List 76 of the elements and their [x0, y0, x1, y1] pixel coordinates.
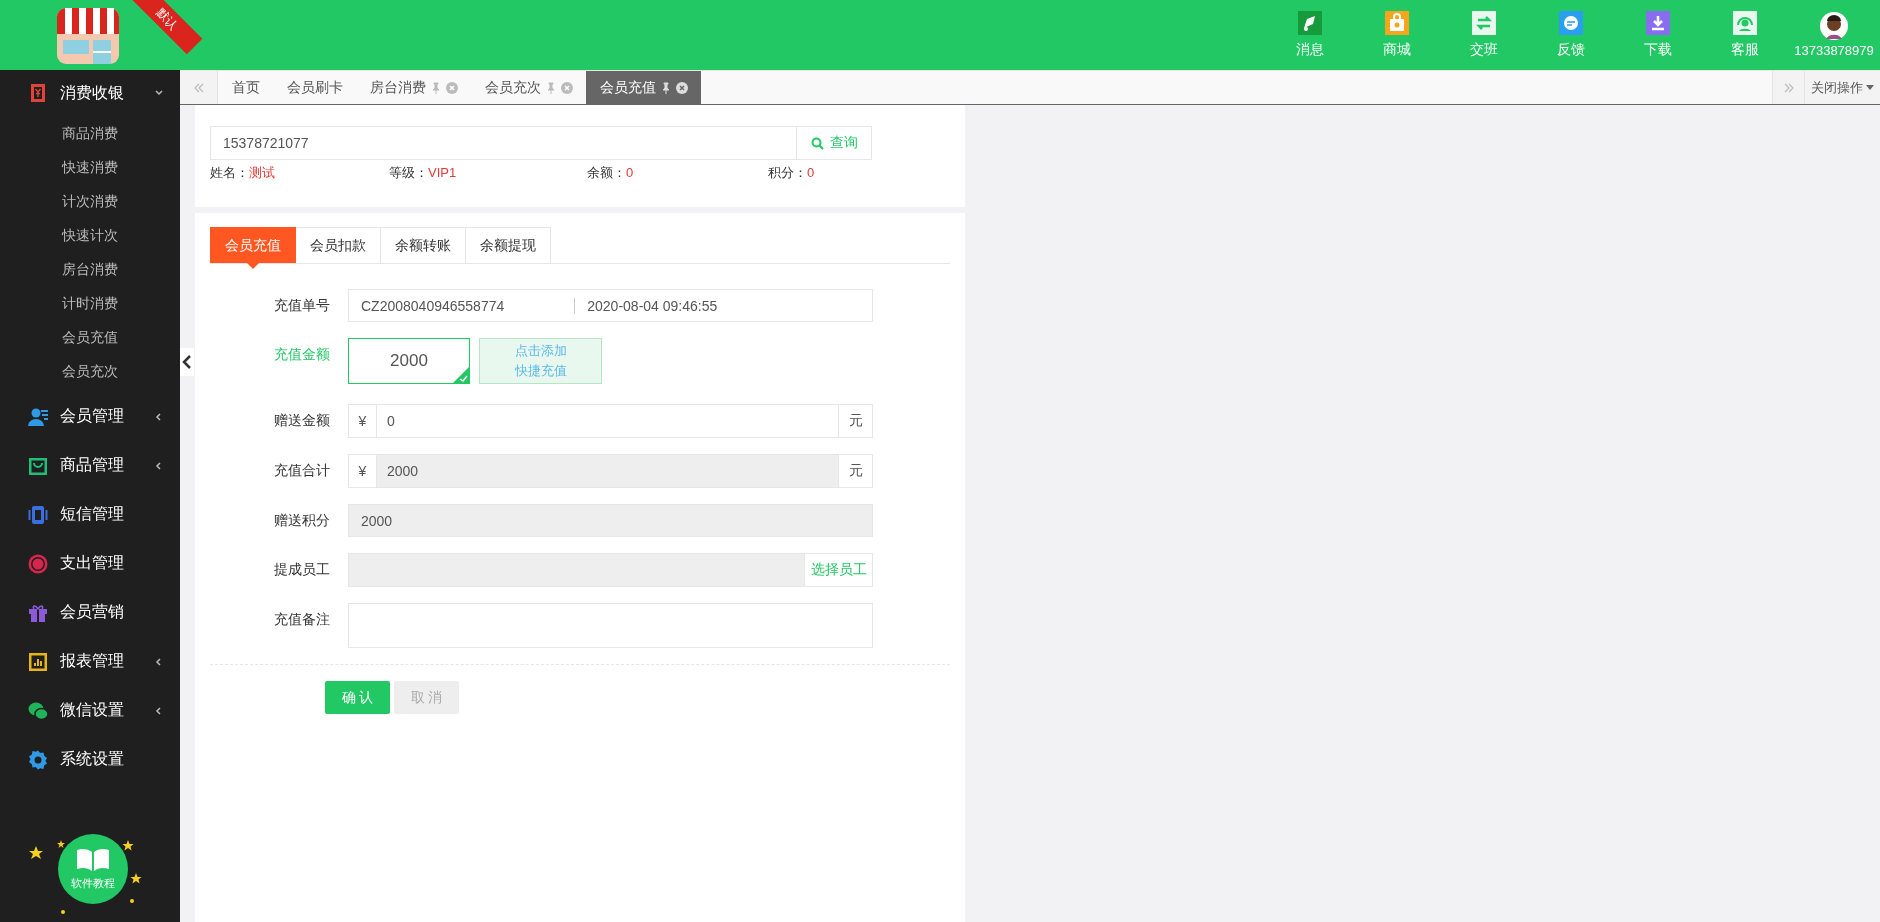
field-label: 充值单号: [273, 296, 331, 315]
scroll-left-button[interactable]: [180, 71, 218, 104]
page-tab[interactable]: 会员充次: [471, 71, 586, 104]
currency-addon: ¥: [349, 455, 377, 487]
page-tab[interactable]: 房台消费: [356, 71, 471, 104]
sidebar-item[interactable]: 系统设置: [0, 735, 180, 784]
sidebar-item[interactable]: 会员管理: [0, 392, 180, 441]
submenu-item[interactable]: 会员充次: [0, 354, 180, 388]
sidebar-item[interactable]: 报表管理: [0, 637, 180, 686]
submenu-item[interactable]: 快速消费: [0, 150, 180, 184]
pointer-icon: [247, 263, 259, 269]
submenu-item[interactable]: 计时消费: [0, 286, 180, 320]
sidebar-item[interactable]: 支出管理: [0, 539, 180, 588]
order-time: 2020-08-04 09:46:55: [574, 297, 730, 314]
page-tab[interactable]: 会员充值: [586, 71, 701, 104]
phone-field[interactable]: 15378721077: [210, 126, 797, 160]
form-tab[interactable]: 余额提现: [466, 227, 551, 263]
chat-icon: [1558, 11, 1583, 35]
info-label: 余额：: [587, 165, 626, 180]
book-icon: [75, 847, 111, 873]
form-tab[interactable]: 会员扣款: [296, 227, 381, 263]
sidebar-item[interactable]: 商品管理: [0, 441, 180, 490]
info-value: VIP1: [428, 165, 457, 180]
page-tab[interactable]: 会员刷卡: [273, 71, 356, 104]
submenu-item[interactable]: 计次消费: [0, 184, 180, 218]
points-field[interactable]: 2000: [348, 504, 873, 537]
collapse-sidebar-button[interactable]: [180, 348, 194, 376]
submenu-item[interactable]: 商品消费: [0, 116, 180, 150]
close-icon: [561, 81, 573, 94]
info-value: 0: [807, 165, 815, 180]
submenu-item[interactable]: 房台消费: [0, 252, 180, 286]
field-label: 赠送金额: [273, 411, 331, 430]
info-label: 积分：: [768, 165, 807, 180]
remark-field[interactable]: [348, 603, 873, 648]
submenu-item[interactable]: 快速计次: [0, 218, 180, 252]
double-chevron-icon: [192, 81, 205, 94]
double-chevron-icon: [1782, 81, 1795, 94]
pin-icon: [547, 81, 555, 94]
amount-option[interactable]: 2000: [348, 338, 470, 384]
sidebar-item[interactable]: 消费收银: [0, 70, 180, 116]
field-label: 提成员工: [273, 560, 331, 579]
info-value: 测试: [249, 165, 275, 180]
close-icon: [676, 81, 688, 94]
field-label: 充值备注: [273, 610, 331, 629]
field-label: 赠送积分: [273, 511, 331, 530]
download-icon: [1645, 11, 1670, 35]
order-field[interactable]: CZ2008040946558774 2020-08-04 09:46:55: [348, 289, 873, 322]
sidebar-item[interactable]: 会员营销: [0, 588, 180, 637]
info-label: 等级：: [389, 165, 428, 180]
search-icon: [810, 136, 824, 150]
swap-icon: [1471, 11, 1496, 35]
order-number: CZ2008040946558774: [360, 297, 506, 314]
close-options-dropdown[interactable]: 关闭操作: [1805, 71, 1880, 104]
info-value: 0: [626, 165, 634, 180]
avatar-icon: [1820, 12, 1848, 40]
form-tab[interactable]: 余额转账: [381, 227, 466, 263]
sidebar-item[interactable]: 微信设置: [0, 686, 180, 735]
caret-icon: [1866, 85, 1874, 90]
check-icon: [452, 366, 470, 384]
unit-addon: 元: [838, 455, 872, 487]
ribbon-label: 默认: [152, 4, 182, 34]
pin-icon: [662, 81, 670, 94]
close-icon: [446, 81, 458, 94]
amount-field[interactable]: ¥ 0 元: [348, 404, 873, 438]
field-label: 充值合计: [273, 461, 331, 480]
sidebar-item[interactable]: 短信管理: [0, 490, 180, 539]
pin-icon: [432, 81, 440, 94]
amount-field[interactable]: ¥ 2000 元: [348, 454, 873, 488]
submenu-item[interactable]: 会员充值: [0, 320, 180, 354]
field-label: 充值金额: [273, 345, 331, 364]
info-label: 姓名：: [210, 165, 249, 180]
scroll-right-button[interactable]: [1772, 71, 1805, 104]
bag-icon: [1384, 11, 1409, 35]
chevron-left-icon: [182, 355, 192, 369]
headset-icon: [1732, 11, 1757, 35]
page-tab[interactable]: 首页: [218, 71, 273, 104]
